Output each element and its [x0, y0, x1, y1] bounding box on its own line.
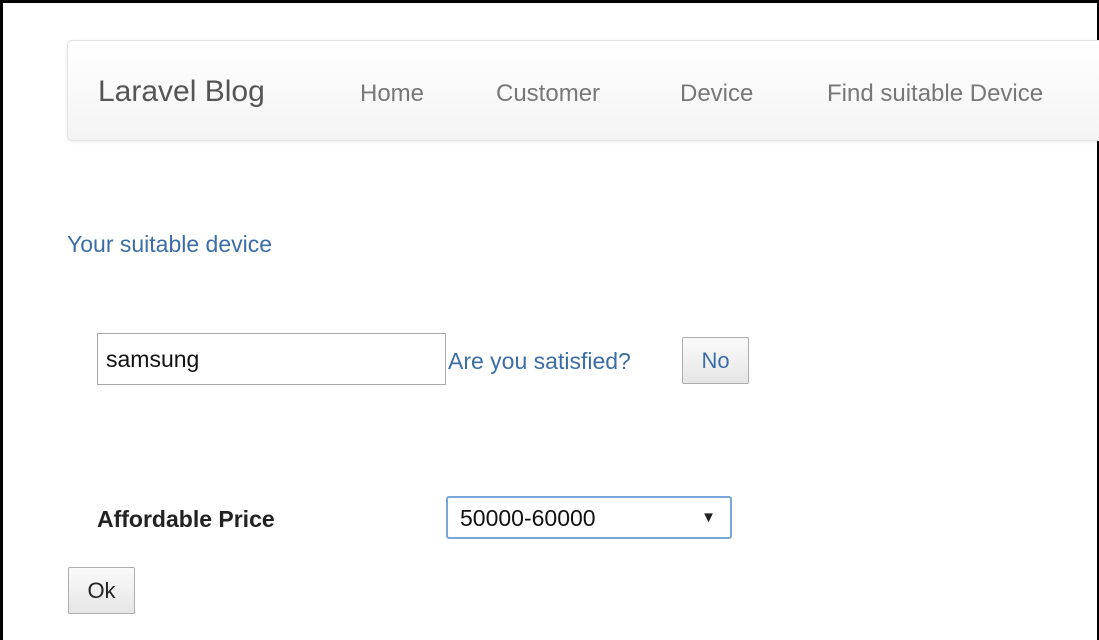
navbar: Laravel Blog Home Customer Device Find s…	[67, 40, 1099, 141]
chevron-down-icon: ▼	[701, 509, 716, 526]
affordable-price-select[interactable]: 50000-60000 ▼	[446, 496, 732, 539]
nav-link-home[interactable]: Home	[360, 80, 424, 108]
nav-link-device[interactable]: Device	[680, 80, 753, 108]
navbar-brand[interactable]: Laravel Blog	[98, 75, 265, 109]
affordable-price-label: Affordable Price	[97, 506, 275, 532]
satisfied-question-label: Are you satisfied?	[448, 348, 631, 374]
nav-link-find-suitable-device[interactable]: Find suitable Device	[827, 80, 1043, 108]
no-button[interactable]: No	[682, 337, 749, 384]
ok-button[interactable]: Ok	[68, 567, 135, 614]
price-select-value: 50000-60000	[460, 505, 596, 531]
nav-link-customer[interactable]: Customer	[496, 80, 600, 108]
suitable-device-heading[interactable]: Your suitable device	[67, 230, 272, 258]
device-result-input[interactable]	[97, 333, 446, 385]
